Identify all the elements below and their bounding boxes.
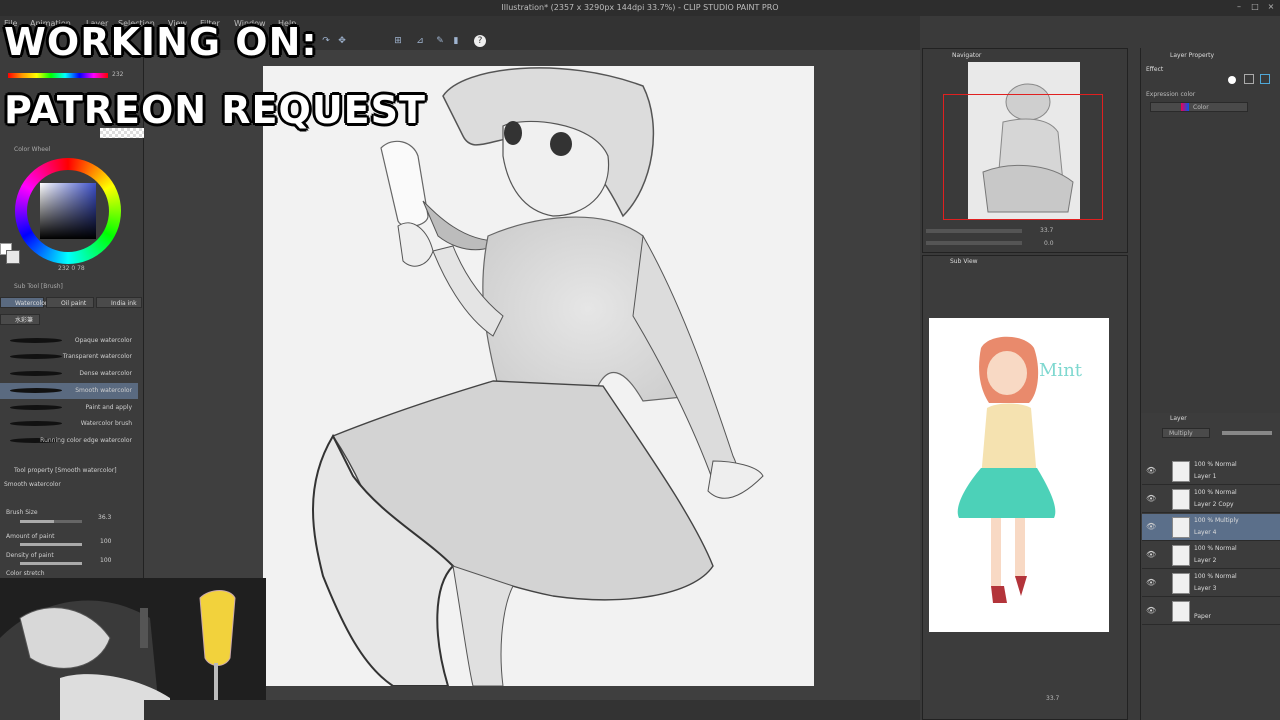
- list-item[interactable]: Watercolor brush: [0, 416, 138, 432]
- navigator-zoom[interactable]: 33.7: [1040, 227, 1053, 234]
- eye-icon[interactable]: 👁: [1146, 578, 1156, 587]
- color-values: 232 0 78: [58, 265, 85, 272]
- brush-size-label: Brush Size: [6, 509, 38, 516]
- reference-image[interactable]: Mint: [929, 318, 1109, 632]
- overlay-subtitle: PATREON REQUEST: [4, 88, 426, 132]
- snap-icon[interactable]: ⊞: [392, 35, 404, 47]
- tab-india-ink[interactable]: India ink: [96, 297, 142, 308]
- tool-property-header: Tool property [Smooth watercolor]: [14, 467, 117, 474]
- eye-icon[interactable]: 👁: [1146, 606, 1156, 615]
- sketch-illustration: [263, 66, 814, 686]
- tab-watercolor[interactable]: Watercolor: [0, 297, 47, 308]
- blend-mode-value: Multiply: [1169, 430, 1193, 437]
- effect-label: Effect: [1146, 66, 1164, 73]
- effect-toggle-icon[interactable]: [1228, 76, 1236, 84]
- eye-icon[interactable]: 👁: [1146, 494, 1156, 503]
- redo-icon[interactable]: ↷: [320, 35, 332, 47]
- layer-row[interactable]: 👁 100 % Normal Layer 2 Copy: [1142, 486, 1280, 513]
- preset-name: Smooth watercolor: [4, 481, 61, 488]
- title-bar: Illustration* (2357 x 3290px 144dpi 33.7…: [0, 0, 1280, 16]
- subtool-group-label: Sub Tool [Brush]: [14, 283, 63, 290]
- layer-row[interactable]: 👁 100 % Normal Layer 1: [1142, 458, 1280, 485]
- color-wheel-tab[interactable]: Color Wheel: [14, 146, 50, 153]
- marker-icon[interactable]: ▮: [450, 35, 462, 47]
- density-value[interactable]: 100: [100, 557, 111, 564]
- layer-row[interactable]: 👁 100 % Normal Layer 2: [1142, 542, 1280, 569]
- tab-layer[interactable]: Layer: [1170, 415, 1187, 422]
- color-stretch-label: Color stretch: [6, 570, 45, 577]
- help-icon[interactable]: ?: [474, 35, 486, 47]
- color-mode-icon: [1181, 103, 1189, 111]
- list-item-selected[interactable]: Smooth watercolor: [0, 383, 138, 399]
- brush-list: Opaque watercolor Transparent watercolor…: [0, 333, 138, 448]
- tab-navigator[interactable]: Navigator: [952, 52, 981, 59]
- effect-color-icon[interactable]: [1260, 74, 1270, 84]
- amount-slider[interactable]: [20, 543, 82, 546]
- list-item[interactable]: Opaque watercolor: [0, 333, 138, 349]
- expression-color-value: Color: [1193, 104, 1209, 111]
- close-icon[interactable]: ×: [1266, 2, 1276, 12]
- eye-icon[interactable]: 👁: [1146, 550, 1156, 559]
- overlay-title: WORKING ON:: [4, 20, 318, 64]
- amount-label: Amount of paint: [6, 533, 55, 540]
- canvas-drawing[interactable]: [263, 66, 814, 686]
- maximize-icon[interactable]: □: [1250, 2, 1260, 12]
- pen-icon[interactable]: ✎: [434, 35, 446, 47]
- transform-icon[interactable]: ✥: [336, 35, 348, 47]
- window-title: Illustration* (2357 x 3290px 144dpi 33.7…: [501, 3, 779, 12]
- navigator-view-frame[interactable]: [943, 94, 1103, 220]
- hue-value: 232: [112, 71, 124, 78]
- layer-row[interactable]: 👁 Paper: [1142, 598, 1280, 625]
- list-item[interactable]: Transparent watercolor: [0, 349, 138, 365]
- brush-size-slider[interactable]: [20, 520, 82, 523]
- eye-icon[interactable]: 👁: [1146, 522, 1156, 531]
- eye-icon[interactable]: 👁: [1146, 466, 1156, 475]
- sub-color-swatch[interactable]: [6, 250, 20, 264]
- blend-mode-select[interactable]: Multiply: [1162, 428, 1210, 438]
- color-hue-bar[interactable]: [8, 73, 108, 78]
- rotate-slider[interactable]: [926, 241, 1022, 245]
- opacity-slider[interactable]: [1222, 431, 1272, 435]
- tab-subview[interactable]: Sub View: [950, 258, 978, 265]
- effect-mode-icon[interactable]: [1244, 74, 1254, 84]
- list-item[interactable]: Dense watercolor: [0, 366, 138, 382]
- density-label: Density of paint: [6, 552, 54, 559]
- navigator-angle[interactable]: 0.0: [1044, 240, 1054, 247]
- color-saturation-square[interactable]: [40, 183, 96, 239]
- reference-title: Mint: [1039, 360, 1083, 381]
- subview-zoom[interactable]: 33.7: [1046, 695, 1059, 702]
- expression-color-select[interactable]: Color: [1150, 102, 1248, 112]
- layer-row-selected[interactable]: 👁 100 % Multiply Layer 4: [1142, 514, 1280, 541]
- expression-color-label: Expression color: [1146, 91, 1196, 98]
- zoom-slider[interactable]: [926, 229, 1022, 233]
- ruler-icon[interactable]: ⊿: [414, 35, 426, 47]
- list-item[interactable]: Running color edge watercolor: [0, 433, 138, 449]
- layer-row[interactable]: 👁 100 % Normal Layer 3: [1142, 570, 1280, 597]
- tab-japanese-brush[interactable]: 水彩筆: [0, 314, 40, 325]
- tab-oil-paint[interactable]: Oil paint: [46, 297, 94, 308]
- brush-size-value[interactable]: 36.3: [98, 514, 111, 521]
- app-window: Illustration* (2357 x 3290px 144dpi 33.7…: [0, 0, 1280, 720]
- density-slider[interactable]: [20, 562, 82, 565]
- tool-property-panel: Tool property [Smooth watercolor] Smooth…: [0, 463, 144, 578]
- list-item[interactable]: Paint and apply: [0, 400, 138, 416]
- minimize-icon[interactable]: –: [1234, 2, 1244, 12]
- amount-value[interactable]: 100: [100, 538, 111, 545]
- status-bar: [144, 700, 920, 720]
- webcam-overlay: [0, 578, 266, 720]
- tab-layer-property[interactable]: Layer Property: [1170, 52, 1214, 59]
